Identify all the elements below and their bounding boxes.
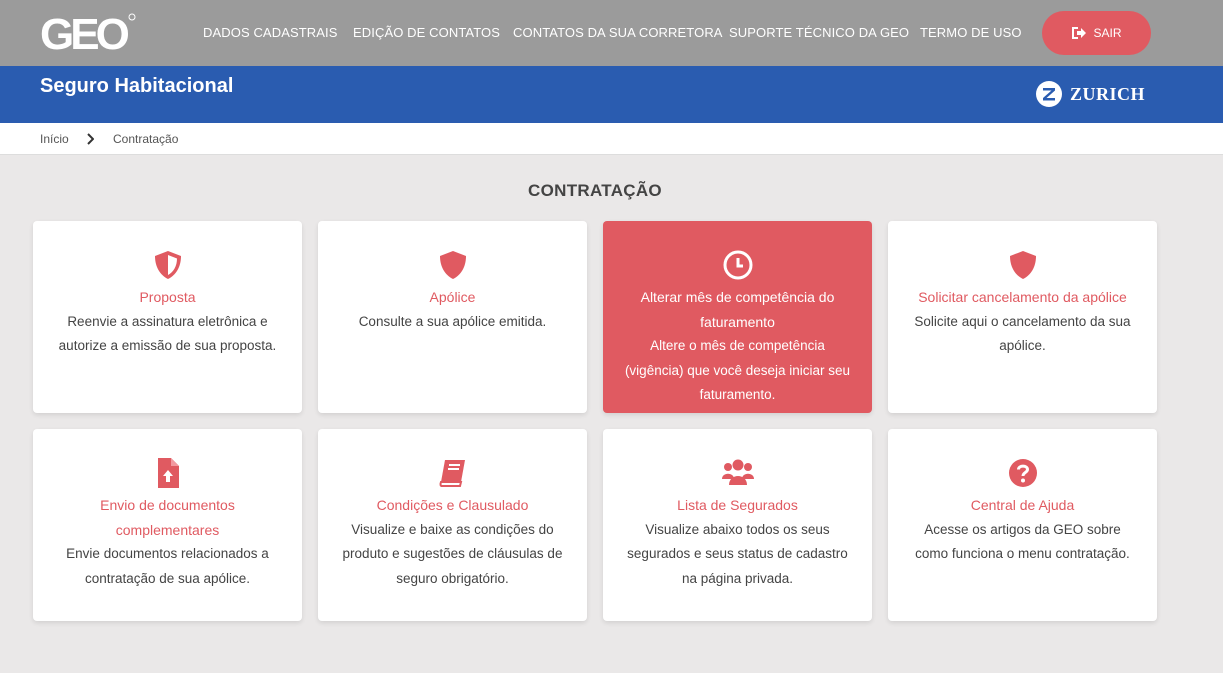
logout-button[interactable]: SAIR bbox=[1042, 11, 1151, 55]
card-description: Acesse os artigos da GEO sobre como func… bbox=[915, 521, 1130, 562]
card-alterar-competencia[interactable]: Alterar mês de competência do faturament… bbox=[603, 221, 872, 413]
sign-out-icon bbox=[1072, 27, 1087, 39]
card-envio-documentos[interactable]: Envio de documentos complementares Envie… bbox=[33, 429, 302, 621]
nav-item-suporte-tecnico[interactable]: SUPORTE TÉCNICO DA GEO bbox=[729, 25, 909, 40]
card-description: Visualize e baixe as condições do produt… bbox=[342, 521, 563, 586]
breadcrumb-current: Contratação bbox=[113, 132, 179, 146]
card-description: Reenvie a assinatura eletrônica e autori… bbox=[58, 313, 277, 354]
file-upload-icon bbox=[158, 458, 179, 488]
card-lista-segurados[interactable]: Lista de Segurados Visualize abaixo todo… bbox=[603, 429, 872, 621]
card-title: Alterar mês de competência do faturament… bbox=[640, 289, 835, 330]
clock-icon bbox=[723, 250, 753, 280]
card-description: Consulte a sua apólice emitida. bbox=[358, 313, 547, 329]
card-title: Apólice bbox=[429, 289, 476, 305]
card-title: Lista de Segurados bbox=[677, 497, 798, 513]
breadcrumb: Início Contratação bbox=[0, 123, 1223, 155]
zurich-wordmark: ZURICH bbox=[1070, 83, 1146, 104]
main-nav: DADOS CADASTRAIS EDIÇÃO DE CONTATOS CONT… bbox=[0, 0, 1223, 66]
question-circle-icon bbox=[1009, 459, 1037, 487]
logout-label: SAIR bbox=[1093, 26, 1122, 40]
card-condicoes-clausulado[interactable]: Condições e Clausulado Visualize e baixe… bbox=[318, 429, 587, 621]
page-title: Seguro Habitacional bbox=[40, 75, 234, 97]
card-title: Solicitar cancelamento da apólice bbox=[918, 289, 1127, 305]
card-apolice[interactable]: Apólice Consulte a sua apólice emitida. bbox=[318, 221, 587, 413]
top-navbar: GEO DADOS CADASTRAIS EDIÇÃO DE CONTATOS … bbox=[0, 0, 1223, 66]
card-cancelamento[interactable]: Solicitar cancelamento da apólice Solici… bbox=[888, 221, 1157, 413]
zurich-brand: ZURICH bbox=[1036, 81, 1145, 107]
card-proposta[interactable]: Proposta Reenvie a assinatura eletrônica… bbox=[33, 221, 302, 413]
card-title: Proposta bbox=[139, 289, 196, 305]
zurich-logo-icon bbox=[1036, 81, 1062, 107]
section-title: CONTRATAÇÃO bbox=[528, 181, 662, 200]
product-banner: Seguro Habitacional ZURICH bbox=[0, 66, 1223, 123]
shield-icon bbox=[440, 251, 466, 279]
card-central-ajuda[interactable]: Central de Ajuda Acesse os artigos da GE… bbox=[888, 429, 1157, 621]
users-icon bbox=[722, 459, 754, 485]
card-title: Condições e Clausulado bbox=[376, 497, 529, 513]
card-description: Solicite aqui o cancelamento da sua apól… bbox=[914, 313, 1131, 354]
nav-item-edicao-contatos[interactable]: EDIÇÃO DE CONTATOS bbox=[353, 25, 500, 40]
breadcrumb-home-link[interactable]: Início bbox=[40, 132, 69, 146]
card-description: Altere o mês de competência (vigência) q… bbox=[624, 338, 851, 402]
shield-icon bbox=[1010, 251, 1036, 279]
card-title: Envio de documentos complementares bbox=[100, 497, 235, 538]
card-description: Envie documentos relacionados a contrata… bbox=[66, 546, 269, 586]
card-description: Visualize abaixo todos os seus segurados… bbox=[627, 521, 848, 586]
nav-item-dados-cadastrais[interactable]: DADOS CADASTRAIS bbox=[203, 25, 338, 40]
nav-item-termo-uso[interactable]: TERMO DE USO bbox=[920, 25, 1022, 40]
card-title: Central de Ajuda bbox=[970, 497, 1075, 513]
chevron-right-icon bbox=[87, 133, 94, 145]
shield-half-icon bbox=[155, 251, 181, 279]
nav-item-contatos-corretora[interactable]: CONTATOS DA SUA CORRETORA bbox=[513, 25, 723, 40]
book-icon bbox=[439, 460, 465, 487]
